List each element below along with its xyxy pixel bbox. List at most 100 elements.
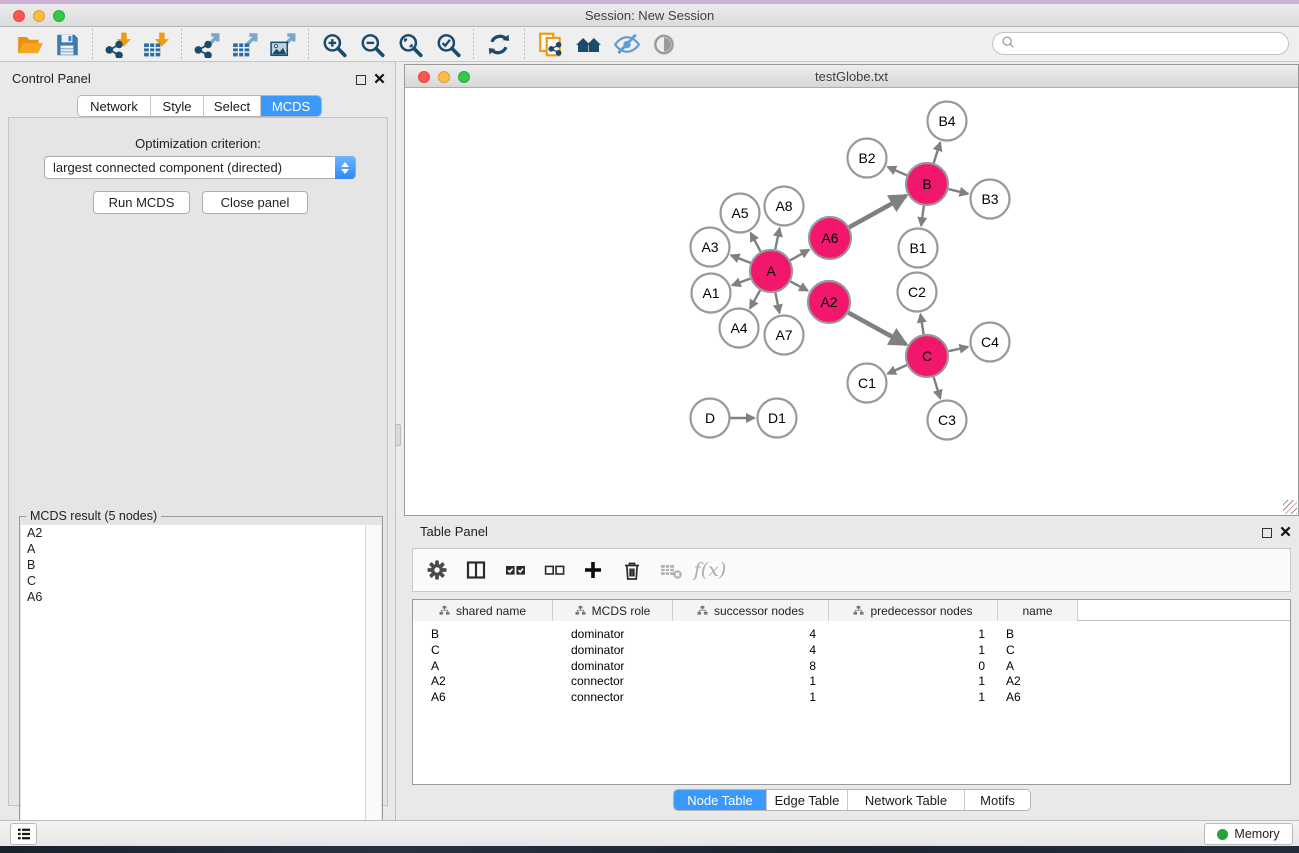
column-header-predecessor-nodes[interactable]: predecessor nodes xyxy=(829,600,998,621)
graph-edge-C-C2[interactable] xyxy=(921,314,924,334)
graph-node-B1[interactable]: B1 xyxy=(899,229,938,268)
cell-mcds_role-row2[interactable]: dominator xyxy=(571,658,624,674)
graph-node-C[interactable]: C xyxy=(906,335,948,377)
graph-node-A2[interactable]: A2 xyxy=(808,281,850,323)
cell-shared_name-row2[interactable]: A xyxy=(431,658,439,674)
hide-panels-button[interactable] xyxy=(607,29,645,59)
graph-node-C1[interactable]: C1 xyxy=(848,364,887,403)
run-mcds-button[interactable]: Run MCDS xyxy=(93,191,190,214)
network-window-titlebar[interactable]: testGlobe.txt xyxy=(405,65,1298,88)
graph-node-A7[interactable]: A7 xyxy=(765,316,804,355)
graph-edge-A6-B[interactable] xyxy=(849,196,906,228)
graph-node-A6[interactable]: A6 xyxy=(809,217,851,259)
cell-successor_nodes-row2[interactable]: 8 xyxy=(673,658,816,674)
cell-predecessor_nodes-row1[interactable]: 1 xyxy=(829,642,985,658)
zoom-fit-content-button[interactable] xyxy=(391,29,429,59)
mcds-result-item[interactable]: A6 xyxy=(21,589,367,605)
search-input[interactable] xyxy=(1015,34,1288,53)
export-image-button[interactable] xyxy=(264,29,302,59)
graph-node-A[interactable]: A xyxy=(750,250,792,292)
graph-node-A5[interactable]: A5 xyxy=(721,194,760,233)
home-button[interactable] xyxy=(569,29,607,59)
column-header-successor-nodes[interactable]: successor nodes xyxy=(673,600,829,621)
tab-style[interactable]: Style xyxy=(151,96,204,116)
graph-edge-A-A7[interactable] xyxy=(775,293,779,313)
save-session-button[interactable] xyxy=(48,29,86,59)
cell-shared_name-row3[interactable]: A2 xyxy=(431,673,446,689)
tab-network[interactable]: Network xyxy=(78,96,151,116)
cell-shared_name-row1[interactable]: C xyxy=(431,642,440,658)
cell-name-row4[interactable]: A6 xyxy=(1006,689,1021,705)
column-header-MCDS-role[interactable]: MCDS role xyxy=(553,600,673,621)
duplicate-network-button[interactable] xyxy=(531,29,569,59)
column-header-name[interactable]: name xyxy=(998,600,1078,621)
cell-name-row0[interactable]: B xyxy=(1006,626,1014,642)
float-table-panel-icon[interactable] xyxy=(1262,528,1272,538)
mcds-result-item[interactable]: B xyxy=(21,557,367,573)
graph-edge-B-B1[interactable] xyxy=(921,206,924,226)
table-settings-button[interactable] xyxy=(423,556,451,584)
graph-edge-A-A3[interactable] xyxy=(731,255,751,263)
export-network-button[interactable] xyxy=(188,29,226,59)
zoom-out-button[interactable] xyxy=(353,29,391,59)
cell-shared_name-row0[interactable]: B xyxy=(431,626,439,642)
tab-select[interactable]: Select xyxy=(204,96,261,116)
mcds-result-item[interactable]: A2 xyxy=(21,525,367,541)
close-table-panel-icon[interactable] xyxy=(1280,525,1291,540)
cell-predecessor_nodes-row3[interactable]: 1 xyxy=(829,673,985,689)
cell-name-row1[interactable]: C xyxy=(1006,642,1015,658)
cell-predecessor_nodes-row2[interactable]: 0 xyxy=(829,658,985,674)
graph-node-B4[interactable]: B4 xyxy=(928,102,967,141)
resize-grip-icon[interactable] xyxy=(1283,500,1297,514)
graph-node-A3[interactable]: A3 xyxy=(691,228,730,267)
tab-edge-table[interactable]: Edge Table xyxy=(767,790,848,810)
graph-node-B[interactable]: B xyxy=(906,163,948,205)
zoom-selected-button[interactable] xyxy=(429,29,467,59)
create-column-button[interactable] xyxy=(579,556,607,584)
apply-layout-button[interactable] xyxy=(480,29,518,59)
task-history-button[interactable] xyxy=(10,823,37,845)
split-columns-button[interactable] xyxy=(462,556,490,584)
search-box[interactable] xyxy=(992,32,1289,55)
close-panel-button[interactable]: Close panel xyxy=(202,191,308,214)
cell-predecessor_nodes-row4[interactable]: 1 xyxy=(829,689,985,705)
graph-edge-B-B3[interactable] xyxy=(948,189,968,194)
close-panel-icon[interactable] xyxy=(374,72,385,87)
panel-divider-handle[interactable] xyxy=(395,424,401,446)
graph-edge-A-A1[interactable] xyxy=(732,279,750,286)
cell-successor_nodes-row3[interactable]: 1 xyxy=(673,673,816,689)
graph-edge-A-A4[interactable] xyxy=(750,290,760,308)
zoom-in-button[interactable] xyxy=(315,29,353,59)
cell-mcds_role-row4[interactable]: connector xyxy=(571,689,624,705)
graph-node-B3[interactable]: B3 xyxy=(971,180,1010,219)
graph-edge-C-C1[interactable] xyxy=(888,365,907,374)
cell-mcds_role-row3[interactable]: connector xyxy=(571,673,624,689)
graph-node-A1[interactable]: A1 xyxy=(692,274,731,313)
graph-edge-A-A5[interactable] xyxy=(751,233,761,252)
show-panels-button[interactable] xyxy=(645,29,683,59)
tab-network-table[interactable]: Network Table xyxy=(848,790,965,810)
open-session-button[interactable] xyxy=(10,29,48,59)
graph-node-D[interactable]: D xyxy=(691,399,730,438)
column-header-shared-name[interactable]: shared name xyxy=(413,600,553,621)
tab-mcds[interactable]: MCDS xyxy=(261,96,321,116)
graph-edge-C-C3[interactable] xyxy=(934,377,941,399)
graph-edge-A-A6[interactable] xyxy=(790,250,809,261)
tab-motifs[interactable]: Motifs xyxy=(965,790,1030,810)
float-panel-icon[interactable] xyxy=(356,75,366,85)
cell-successor_nodes-row4[interactable]: 1 xyxy=(673,689,816,705)
graph-node-C4[interactable]: C4 xyxy=(971,323,1010,362)
import-network-button[interactable] xyxy=(99,29,137,59)
import-table-button[interactable] xyxy=(137,29,175,59)
tab-node-table[interactable]: Node Table xyxy=(674,790,767,810)
mcds-result-item[interactable]: A xyxy=(21,541,367,557)
network-canvas[interactable]: B4B2BB3A8A5A6A3B1AA1C2A2A4A7C4CC1C3DD1 xyxy=(405,89,1298,515)
graph-edge-A-A8[interactable] xyxy=(775,228,779,249)
graph-edge-B-B2[interactable] xyxy=(888,167,907,175)
graph-node-C2[interactable]: C2 xyxy=(898,273,937,312)
cell-mcds_role-row0[interactable]: dominator xyxy=(571,626,624,642)
graph-edge-B-B4[interactable] xyxy=(934,142,941,163)
mcds-result-item[interactable]: C xyxy=(21,573,367,589)
unselect-all-columns-button[interactable] xyxy=(540,556,568,584)
cell-shared_name-row4[interactable]: A6 xyxy=(431,689,446,705)
